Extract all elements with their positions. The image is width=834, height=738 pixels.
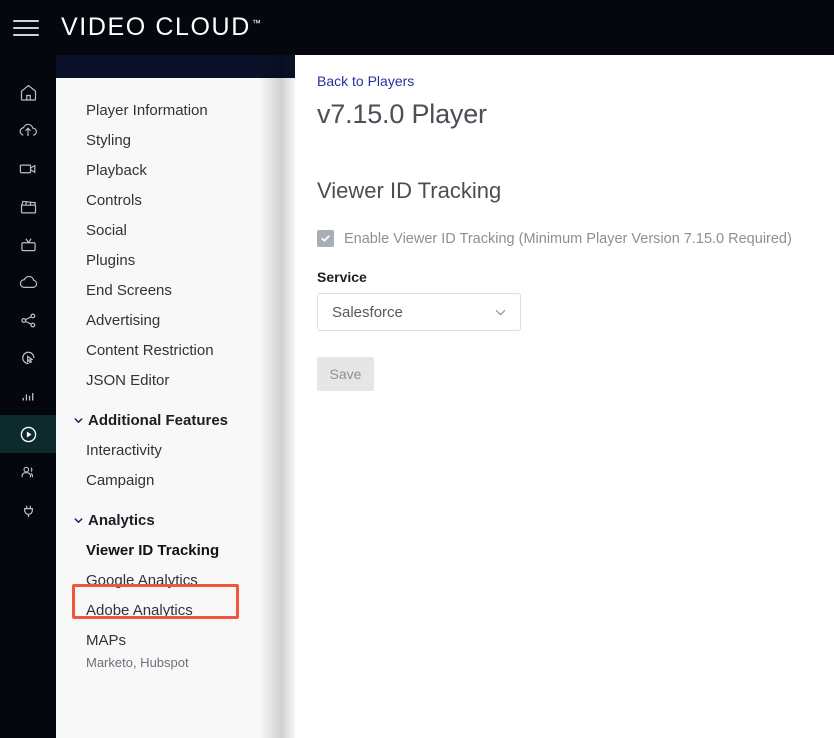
rail-item-analytics[interactable] — [0, 377, 56, 415]
sidebar-item-content-restriction[interactable]: Content Restriction — [56, 335, 295, 365]
sidebar-group-label: Analytics — [88, 512, 155, 529]
interactivity-icon — [18, 348, 39, 369]
service-select[interactable]: Salesforce — [317, 293, 521, 331]
sidebar-item-advertising[interactable]: Advertising — [56, 305, 295, 335]
sidebar-item-playback[interactable]: Playback — [56, 155, 295, 185]
chevron-down-icon — [493, 305, 508, 320]
sidebar-item-label: Social — [86, 222, 127, 239]
sidebar-item-adobe-analytics[interactable]: Adobe Analytics — [56, 595, 295, 625]
hamburger-line — [13, 34, 39, 36]
rail-item-integrations[interactable] — [0, 491, 56, 529]
sidebar-item-label: JSON Editor — [86, 372, 169, 389]
sidebar-item-end-screens[interactable]: End Screens — [56, 275, 295, 305]
sidebar-item-player-information[interactable]: Player Information — [56, 95, 295, 125]
enable-viewer-id-tracking-row: Enable Viewer ID Tracking (Minimum Playe… — [317, 230, 834, 247]
sidebar-item-label: Styling — [86, 132, 131, 149]
main-content: Back to Players v7.15.0 Player Viewer ID… — [295, 55, 834, 738]
trademark-symbol: ™ — [252, 18, 261, 28]
sidebar-item-label: Playback — [86, 162, 147, 179]
service-field-label: Service — [317, 269, 834, 285]
rail-item-cloud[interactable] — [0, 263, 56, 301]
rail-item-interactivity[interactable] — [0, 339, 56, 377]
home-icon — [18, 82, 39, 103]
sidebar-nav-list: Player Information Styling Playback Cont… — [56, 78, 295, 738]
sidebar-item-label: Plugins — [86, 252, 135, 269]
sidebar-item-label: Advertising — [86, 312, 160, 329]
sidebar-item-campaign[interactable]: Campaign — [56, 465, 295, 495]
chevron-down-icon — [70, 412, 86, 428]
sidebar-item-label: Adobe Analytics — [86, 602, 193, 619]
section-title: Viewer ID Tracking — [317, 178, 834, 204]
hamburger-line — [13, 20, 39, 22]
play-circle-icon — [17, 423, 40, 446]
save-button[interactable]: Save — [317, 357, 374, 391]
service-select-value: Salesforce — [332, 304, 403, 321]
sidebar-group-additional-features[interactable]: Additional Features — [56, 405, 295, 435]
rail-item-video[interactable] — [0, 149, 56, 187]
plug-icon — [18, 500, 39, 521]
sidebar-top-band — [56, 55, 295, 78]
sidebar-sublabel-text: Marketo, Hubspot — [86, 655, 189, 670]
sidebar-item-label: MAPs — [86, 632, 126, 649]
hamburger-icon[interactable] — [13, 15, 39, 41]
sidebar-item-label: Campaign — [86, 472, 154, 489]
sidebar-group-label: Additional Features — [88, 412, 228, 429]
sidebar-item-label: Viewer ID Tracking — [86, 542, 219, 559]
share-icon — [18, 310, 39, 331]
top-bar: VIDEO CLOUD™ — [0, 0, 834, 55]
rail-item-tv[interactable] — [0, 225, 56, 263]
analytics-bars-icon — [18, 386, 39, 407]
sidebar-item-plugins[interactable]: Plugins — [56, 245, 295, 275]
sidebar-item-label: Interactivity — [86, 442, 162, 459]
rail-item-home[interactable] — [0, 73, 56, 111]
rail-item-users[interactable] — [0, 453, 56, 491]
rail-item-upload[interactable] — [0, 111, 56, 149]
sidebar-item-styling[interactable]: Styling — [56, 125, 295, 155]
sidebar-group-analytics[interactable]: Analytics — [56, 505, 295, 535]
icon-rail — [0, 55, 56, 738]
cloud-upload-icon — [17, 120, 39, 141]
film-clapper-icon — [18, 196, 39, 217]
back-to-players-link[interactable]: Back to Players — [317, 73, 414, 89]
sidebar-item-google-analytics[interactable]: Google Analytics — [56, 565, 295, 595]
sidebar-item-interactivity[interactable]: Interactivity — [56, 435, 295, 465]
rail-item-share[interactable] — [0, 301, 56, 339]
brand-logo[interactable]: VIDEO CLOUD™ — [61, 13, 261, 42]
tv-icon — [18, 234, 39, 255]
sidebar-item-controls[interactable]: Controls — [56, 185, 295, 215]
app-root: VIDEO CLOUD™ — [0, 0, 834, 738]
video-camera-icon — [17, 158, 39, 179]
enable-viewer-id-tracking-label: Enable Viewer ID Tracking (Minimum Playe… — [344, 231, 792, 247]
hamburger-line — [13, 27, 39, 29]
cloud-icon — [17, 272, 40, 293]
rail-item-players[interactable] — [0, 415, 56, 453]
sidebar-item-label: End Screens — [86, 282, 172, 299]
page-title: v7.15.0 Player — [317, 99, 834, 130]
sidebar-item-label: Google Analytics — [86, 572, 198, 589]
sidebar-item-label: Controls — [86, 192, 142, 209]
sidebar-item-label: Player Information — [86, 102, 208, 119]
sidebar-item-viewer-id-tracking[interactable]: Viewer ID Tracking — [56, 535, 295, 565]
secondary-sidebar: Player Information Styling Playback Cont… — [56, 55, 295, 738]
brand-text: VIDEO CLOUD — [61, 13, 251, 41]
sidebar-item-social[interactable]: Social — [56, 215, 295, 245]
sidebar-item-maps-sublabel: Marketo, Hubspot — [56, 651, 295, 673]
enable-viewer-id-tracking-checkbox[interactable] — [317, 230, 334, 247]
chevron-down-icon — [70, 512, 86, 528]
sidebar-item-json-editor[interactable]: JSON Editor — [56, 365, 295, 395]
users-icon — [17, 462, 39, 483]
sidebar-item-label: Content Restriction — [86, 342, 214, 359]
rail-item-clips[interactable] — [0, 187, 56, 225]
